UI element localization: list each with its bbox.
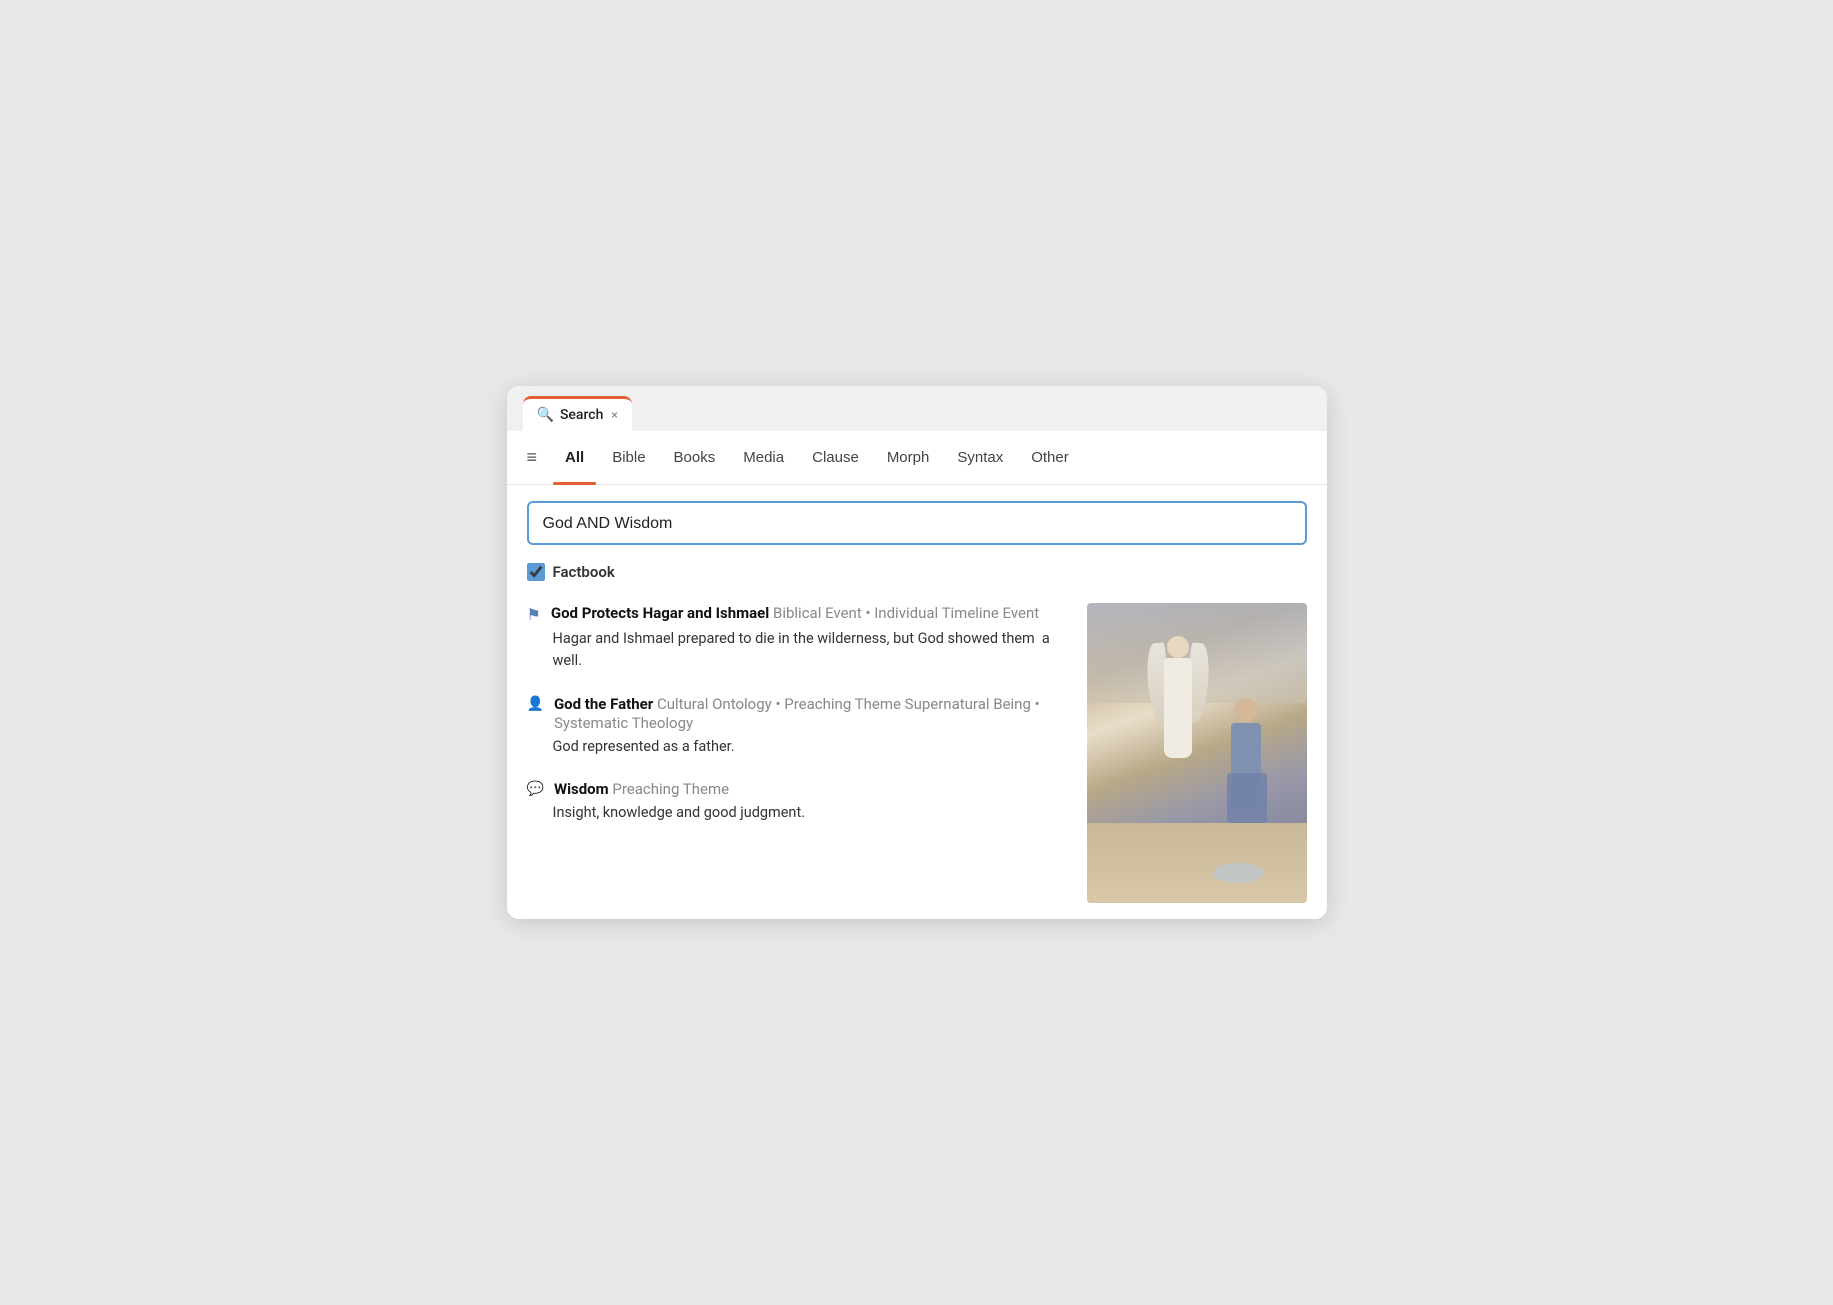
factbook-checkbox[interactable]	[527, 563, 545, 581]
result-title-row-wisdom: 💬 Wisdom Preaching Theme	[527, 779, 1071, 798]
painting-svg-overlay	[1087, 603, 1307, 903]
search-tab-icon: 🔍	[537, 407, 554, 423]
main-content: ≡ All Bible Books Media Clause Morph Syn…	[507, 431, 1327, 919]
result-title-text-hagar: God Protects Hagar and Ishmael Biblical …	[551, 603, 1039, 622]
result-title-text-wisdom: Wisdom Preaching Theme	[554, 779, 729, 798]
nav-tab-morph[interactable]: Morph	[875, 443, 942, 472]
image-panel	[1087, 603, 1307, 903]
result-hagar-description: Hagar and Ishmael prepared to die in the…	[527, 628, 1071, 672]
nav-tab-all[interactable]: All	[553, 443, 596, 472]
app-window: 🔍 Search × ≡ All Bible Books Media Claus…	[507, 386, 1327, 919]
result-wisdom-title: Wisdom	[554, 780, 609, 798]
result-title-row-god-father: 👤 God the Father Cultural Ontology • Pre…	[527, 694, 1071, 732]
tab-search[interactable]: 🔍 Search ×	[523, 396, 632, 431]
result-hagar-title: God Protects Hagar and Ishmael	[551, 604, 769, 622]
result-wisdom-meta: Preaching Theme	[612, 780, 729, 798]
nav-tab-other[interactable]: Other	[1019, 443, 1081, 472]
result-item-hagar[interactable]: ⚑ God Protects Hagar and Ishmael Biblica…	[527, 603, 1071, 672]
hamburger-icon[interactable]: ≡	[527, 447, 538, 468]
painting	[1087, 603, 1307, 903]
results-list: ⚑ God Protects Hagar and Ishmael Biblica…	[527, 603, 1071, 903]
result-title-text-god-father: God the Father Cultural Ontology • Preac…	[554, 694, 1071, 732]
result-title-row-hagar: ⚑ God Protects Hagar and Ishmael Biblica…	[527, 603, 1071, 624]
search-tab-label: Search	[560, 407, 603, 423]
tab-bar: 🔍 Search ×	[507, 386, 1327, 431]
nav-tab-clause[interactable]: Clause	[800, 443, 871, 472]
factbook-row: Factbook	[507, 553, 1327, 591]
nav-row: ≡ All Bible Books Media Clause Morph Syn…	[507, 431, 1327, 485]
result-hagar-meta: Biblical Event • Individual Timeline Eve…	[773, 604, 1039, 622]
nav-tab-syntax[interactable]: Syntax	[945, 443, 1015, 472]
search-input[interactable]	[543, 515, 1291, 533]
factbook-label: Factbook	[553, 563, 615, 581]
search-input-wrapper[interactable]	[527, 501, 1307, 545]
bubble-icon: 💬	[527, 781, 544, 797]
nav-tab-books[interactable]: Books	[662, 443, 728, 472]
result-wisdom-description: Insight, knowledge and good judgment.	[527, 802, 1071, 824]
result-item-wisdom[interactable]: 💬 Wisdom Preaching Theme Insight, knowle…	[527, 779, 1071, 824]
person-icon: 👤	[527, 696, 544, 712]
result-item-god-father[interactable]: 👤 God the Father Cultural Ontology • Pre…	[527, 694, 1071, 758]
results-area: ⚑ God Protects Hagar and Ishmael Biblica…	[507, 591, 1327, 919]
flag-icon: ⚑	[527, 605, 541, 624]
result-god-father-title: God the Father	[554, 695, 653, 713]
nav-tab-media[interactable]: Media	[731, 443, 796, 472]
search-section	[507, 485, 1327, 553]
nav-tab-bible[interactable]: Bible	[600, 443, 657, 472]
nav-tabs: All Bible Books Media Clause Morph Synta…	[553, 443, 1081, 472]
close-tab-icon[interactable]: ×	[611, 408, 617, 422]
result-god-father-description: God represented as a father.	[527, 736, 1071, 758]
